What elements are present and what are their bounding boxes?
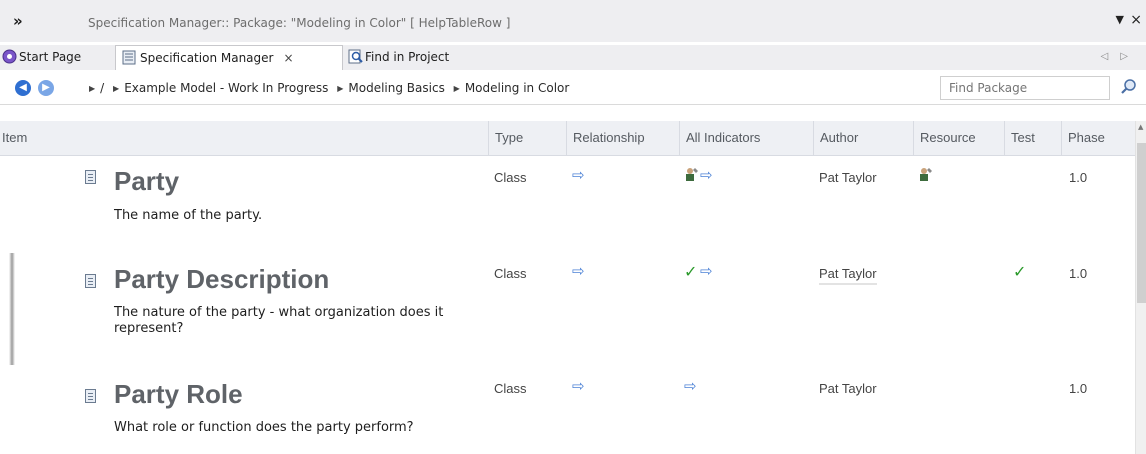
breadcrumb-arrow-icon[interactable]: ▶ (113, 84, 119, 93)
table-header: Item Type Relationship All Indicators Au… (0, 121, 1135, 156)
breadcrumb-item[interactable]: Example Model - Work In Progress (124, 81, 328, 95)
forward-icon[interactable]: ▶ (38, 80, 54, 96)
row-author: Pat Taylor (819, 381, 877, 396)
breadcrumb-item[interactable]: Modeling in Color (465, 81, 569, 95)
start-page-icon (2, 49, 17, 64)
tab-strip: Start Page Specification Manager × Find i… (0, 45, 1146, 70)
row-phase: 1.0 (1069, 170, 1088, 185)
column-header-item[interactable]: Item (0, 121, 488, 155)
document-icon (122, 50, 136, 65)
column-header-phase[interactable]: Phase (1061, 121, 1135, 155)
title-bar: » Specification Manager:: Package: "Mode… (0, 0, 1146, 42)
window-title: Specification Manager:: Package: "Modeli… (88, 16, 511, 30)
row-title: Party Role (114, 379, 243, 409)
column-header-test[interactable]: Test (1004, 121, 1061, 155)
breadcrumb-arrow-icon[interactable]: ▶ (454, 84, 460, 93)
back-icon[interactable]: ◀ (15, 80, 31, 96)
row-notes: What role or function does the party per… (114, 420, 414, 435)
breadcrumb: ▶ / ▶ Example Model - Work In Progress ▶ Mo… (84, 81, 569, 95)
tab-label: Specification Manager (140, 51, 274, 65)
arrow-icon[interactable]: ⇨ (572, 168, 585, 183)
arrow-icon[interactable]: ⇨ (572, 379, 585, 394)
row-type: Class (494, 381, 527, 396)
table-row[interactable]: Party Description The nature of the part… (0, 252, 1135, 366)
tab-find-in-project[interactable]: Find in Project (348, 45, 449, 70)
arrow-icon[interactable]: ⇨ (700, 264, 713, 279)
arrow-icon[interactable]: ⇨ (684, 379, 697, 394)
class-element-icon (85, 170, 96, 184)
arrow-icon[interactable]: ⇨ (700, 168, 713, 183)
table-row[interactable]: Party Role What role or function does th… (0, 366, 1135, 454)
row-author: Pat Taylor (819, 266, 877, 285)
breadcrumb-item[interactable]: Modeling Basics (348, 81, 444, 95)
resource-icon[interactable] (684, 166, 700, 182)
row-phase: 1.0 (1069, 381, 1088, 396)
row-author-wrap: Pat Taylor (819, 266, 877, 285)
column-header-all-indicators[interactable]: All Indicators (679, 121, 813, 155)
row-notes: The nature of the party - what organizat… (114, 305, 444, 336)
close-icon[interactable]: × (1130, 12, 1142, 28)
column-header-type[interactable]: Type (488, 121, 566, 155)
row-author: Pat Taylor (819, 170, 877, 185)
find-package-input[interactable] (940, 76, 1110, 100)
check-icon[interactable]: ✓ (684, 264, 697, 280)
resource-icon[interactable] (918, 166, 934, 182)
tab-close-icon[interactable]: × (283, 51, 293, 65)
scroll-thumb[interactable] (1137, 143, 1146, 303)
row-type: Class (494, 170, 527, 185)
expand-chevron-icon[interactable]: » (13, 12, 23, 30)
row-title: Party (114, 166, 180, 196)
tab-specification-manager[interactable]: Specification Manager × (115, 45, 343, 70)
check-icon[interactable]: ✓ (1013, 264, 1026, 280)
column-header-resource[interactable]: Resource (913, 121, 1004, 155)
class-element-icon (85, 274, 96, 288)
table-row[interactable]: Party The name of the party. Class ⇨ ⇨ P… (0, 156, 1135, 252)
column-header-relationship[interactable]: Relationship (566, 121, 679, 155)
tab-scroll-arrows-icon[interactable]: ◁▷ (1101, 51, 1140, 62)
arrow-icon[interactable]: ⇨ (572, 264, 585, 279)
vertical-scrollbar[interactable]: ▲ (1135, 121, 1146, 454)
row-notes: The name of the party. (114, 208, 263, 223)
column-header-author[interactable]: Author (813, 121, 913, 155)
row-type: Class (494, 266, 527, 281)
tab-label: Find in Project (365, 50, 450, 64)
find-in-project-icon (348, 49, 363, 64)
row-title: Party Description (114, 264, 330, 294)
tab-label: Start Page (19, 50, 82, 64)
search-icon[interactable] (1120, 78, 1138, 96)
breadcrumb-arrow-icon[interactable]: ▶ (89, 84, 95, 93)
scroll-up-icon[interactable]: ▲ (1138, 123, 1143, 131)
breadcrumb-arrow-icon[interactable]: ▶ (337, 84, 343, 93)
class-element-icon (85, 389, 96, 403)
row-phase: 1.0 (1069, 266, 1088, 281)
navigation-bar: ◀ ▶ ▶ / ▶ Example Model - Work In Progress… (0, 72, 1146, 105)
breadcrumb-root[interactable]: / (100, 81, 104, 95)
dropdown-menu-icon[interactable]: ▼ (1116, 13, 1124, 26)
tab-start-page[interactable]: Start Page (2, 45, 81, 70)
